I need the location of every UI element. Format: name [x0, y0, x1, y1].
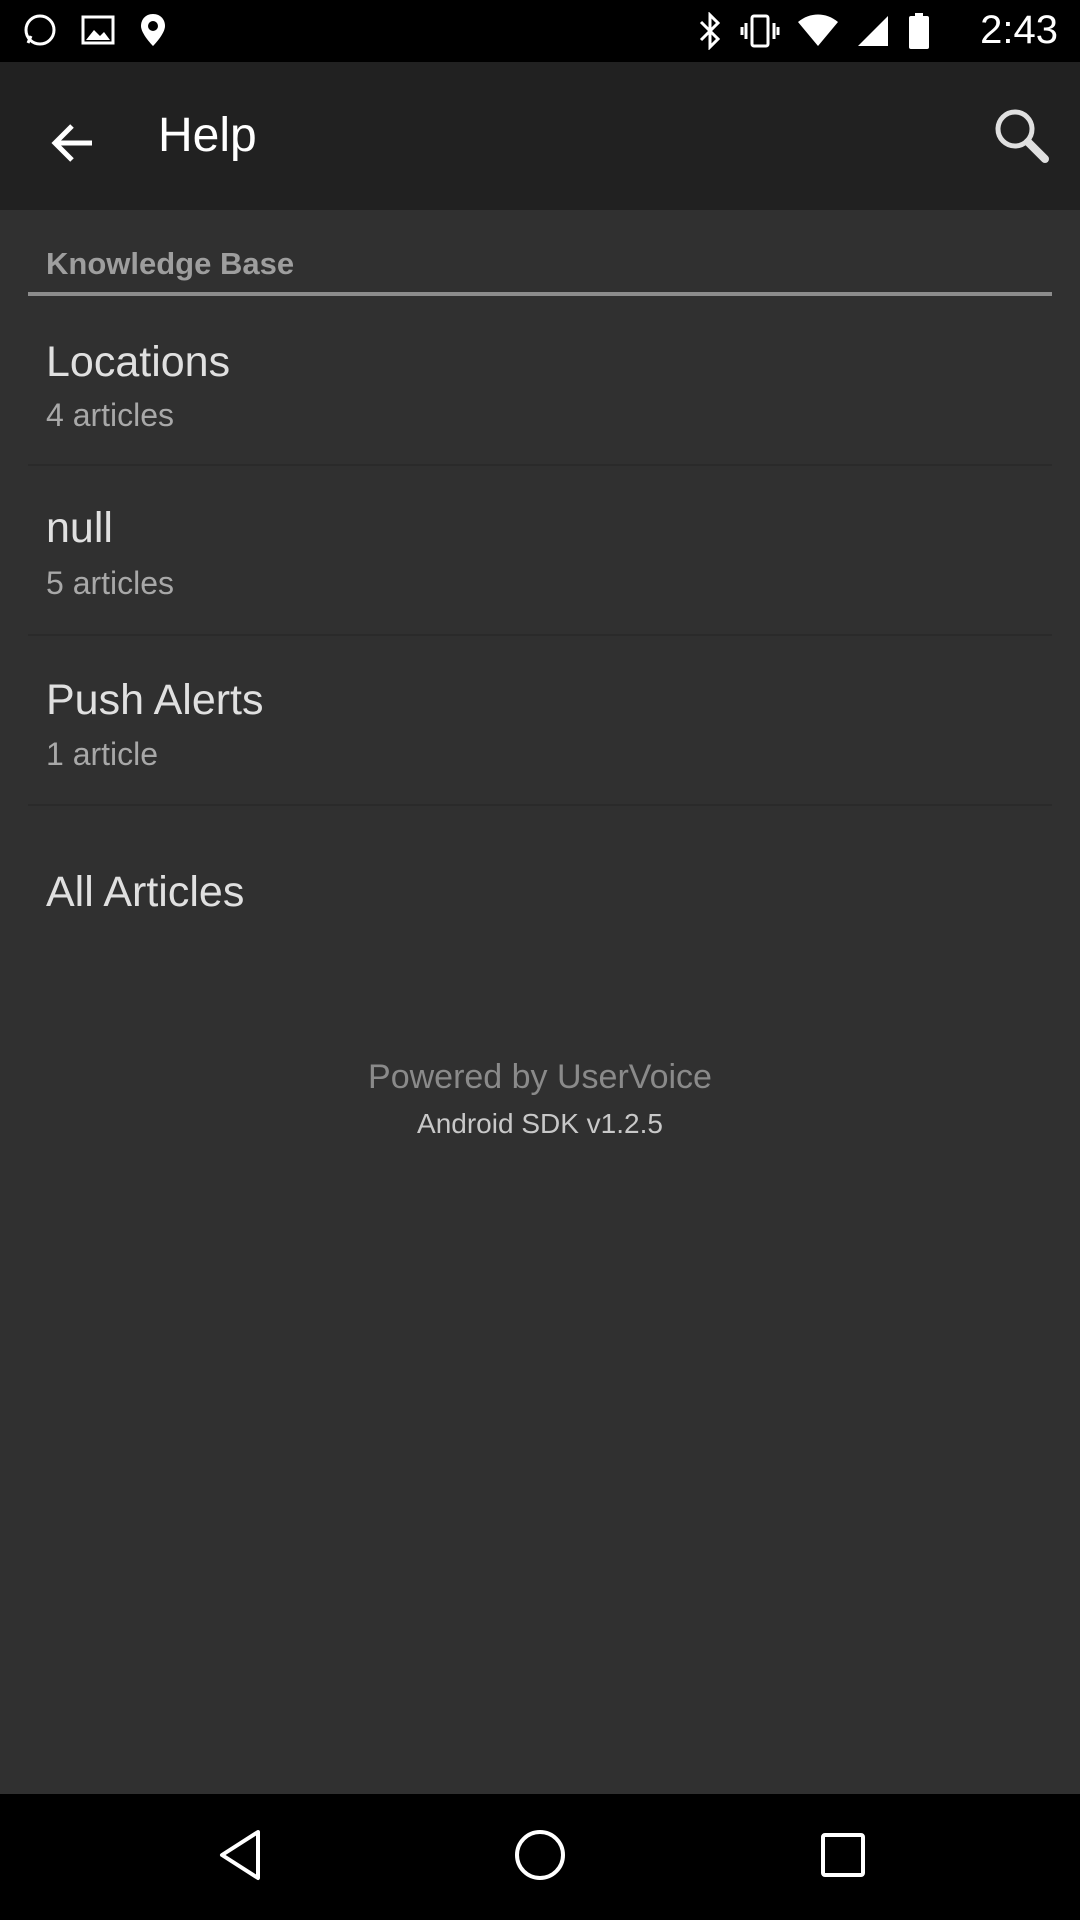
powered-by-text: Powered by UserVoice: [368, 1058, 712, 1096]
topic-item-push-alerts[interactable]: Push Alerts 1 article: [0, 636, 1080, 806]
nav-recents-button[interactable]: [808, 1822, 878, 1892]
wifi-icon: [798, 14, 838, 53]
topic-title: Locations: [46, 338, 231, 386]
topic-title: null: [46, 504, 113, 552]
back-button[interactable]: [28, 100, 118, 190]
nav-recents-icon: [819, 1831, 867, 1884]
system-nav-bar: [0, 1794, 1080, 1920]
all-articles-label: All Articles: [46, 868, 245, 916]
status-bar: 2:43: [0, 0, 1080, 62]
system-status-icons: [698, 11, 930, 55]
topic-item-locations[interactable]: Locations 4 articles: [0, 300, 1080, 466]
image-icon: [80, 12, 116, 53]
topic-article-count: 1 article: [46, 736, 159, 772]
status-time: 2:43: [980, 8, 1058, 52]
sdk-version-text: Android SDK v1.2.5: [417, 1108, 663, 1139]
nav-home-icon: [512, 1827, 568, 1888]
search-button[interactable]: [982, 98, 1058, 174]
nav-back-icon: [216, 1828, 264, 1887]
app-bar: Help: [0, 62, 1080, 210]
topic-title: Push Alerts: [46, 676, 264, 724]
topic-article-count: 4 articles: [46, 397, 175, 433]
help-screen: 2:43 Help Knowledge Base Locations 4 art…: [0, 0, 1080, 1920]
whatsapp-icon: [22, 12, 58, 53]
signal-icon: [856, 14, 890, 53]
topic-item-null[interactable]: null 5 articles: [0, 466, 1080, 636]
vibrate-icon: [740, 13, 780, 54]
search-icon: [991, 105, 1049, 168]
notification-icons: [22, 12, 168, 53]
section-header-knowledge-base: Knowledge Base: [46, 246, 295, 281]
bluetooth-icon: [698, 11, 722, 55]
location-icon: [138, 12, 168, 53]
all-articles-item[interactable]: All Articles: [0, 806, 1080, 956]
topic-article-count: 5 articles: [46, 565, 175, 601]
page-title: Help: [158, 109, 257, 162]
section-divider: [28, 292, 1052, 296]
battery-icon: [908, 12, 930, 55]
nav-home-button[interactable]: [505, 1822, 575, 1892]
nav-back-button[interactable]: [205, 1822, 275, 1892]
arrow-back-icon: [50, 120, 96, 171]
